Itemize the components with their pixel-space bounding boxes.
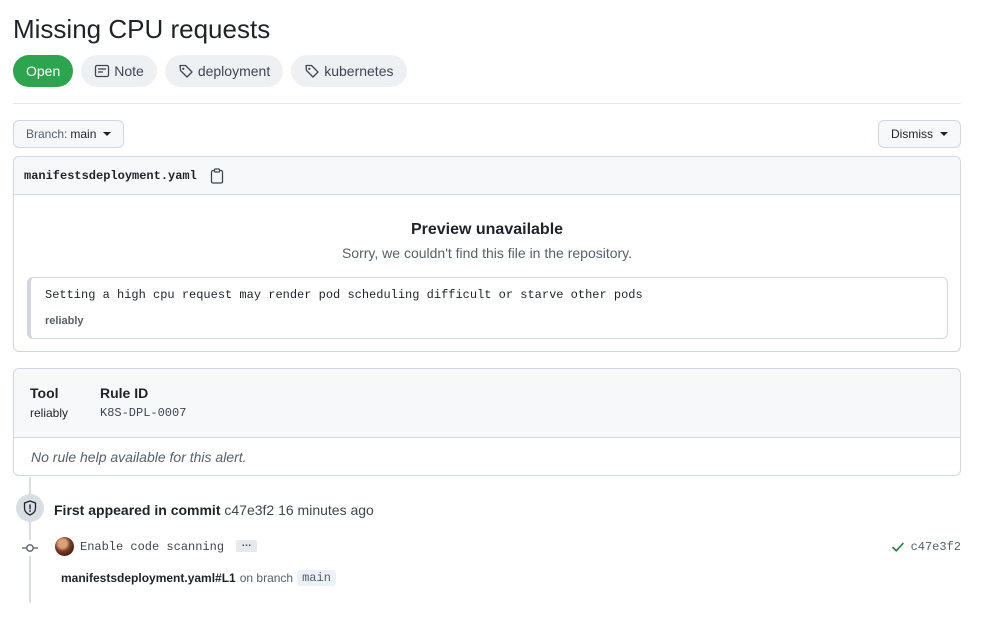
rule-id-header: Rule ID [100, 385, 149, 401]
severity-label: Note [114, 63, 144, 79]
tag-label: deployment [197, 63, 271, 79]
first-appeared-label: First appeared in commit [54, 502, 221, 518]
commit-icon [22, 540, 38, 556]
branch-select-button[interactable]: Branch: main [13, 120, 125, 148]
location-path-link[interactable]: manifestsdeployment.yaml#L1 [61, 571, 236, 585]
branch-value: main [70, 127, 97, 141]
tag-kubernetes[interactable]: kubernetes [291, 55, 407, 87]
dismiss-label: Dismiss [891, 127, 933, 141]
tag-icon [178, 63, 194, 79]
check-icon [891, 540, 905, 554]
chevron-down-icon [940, 132, 948, 136]
alert-message: Setting a high cpu request may render po… [27, 277, 948, 339]
preview-subtitle: Sorry, we couldn't find this file in the… [341, 245, 633, 261]
branch-prefix: Branch: [26, 127, 68, 141]
commit-status: c47e3f2 [891, 540, 961, 554]
first-appeared-text: First appeared in commit c47e3f2 16 minu… [54, 502, 374, 518]
commit-message[interactable]: Enable code scanning [80, 540, 224, 554]
alert-location: manifestsdeployment.yaml#L1 on branch ma… [61, 570, 336, 586]
page-title: Missing CPU requests [13, 14, 271, 44]
divider [13, 103, 961, 104]
tag-label: kubernetes [324, 63, 394, 79]
avatar[interactable] [55, 537, 74, 556]
chevron-down-icon [103, 132, 112, 136]
alert-message-text: Setting a high cpu request may render po… [45, 288, 643, 302]
location-on-label: on branch [239, 571, 294, 585]
severity-badge: Note [81, 55, 157, 87]
status-badge-open: Open [13, 55, 74, 87]
commit-expand-button[interactable]: … [236, 539, 257, 552]
tag-icon [304, 63, 320, 79]
dismiss-button[interactable]: Dismiss [878, 120, 961, 148]
file-name: manifestsdeployment.yaml [24, 168, 197, 183]
file-header: manifestsdeployment.yaml [14, 157, 960, 195]
preview-title: Preview unavailable [410, 221, 564, 238]
location-branch-badge[interactable]: main [297, 570, 336, 586]
first-appeared-detail: c47e3f2 16 minutes ago [224, 502, 374, 518]
alert-message-tool: reliably [45, 315, 84, 327]
copy-icon[interactable] [210, 167, 224, 184]
rule-help-text: No rule help available for this alert. [31, 449, 247, 465]
commit-sha-link[interactable]: c47e3f2 [911, 540, 961, 554]
shield-icon [16, 494, 44, 522]
tag-deployment[interactable]: deployment [164, 55, 284, 87]
rule-header: Tool reliably Rule ID K8S-DPL-0007 [14, 369, 960, 438]
tool-value: reliably [30, 406, 69, 420]
rule-id-value: K8S-DPL-0007 [100, 406, 187, 420]
note-icon [94, 63, 110, 79]
rule-panel: Tool reliably Rule ID K8S-DPL-0007 No ru… [13, 368, 961, 476]
alert-labels: Open Note deployment kubernetes [13, 55, 407, 87]
tool-header: Tool [30, 385, 59, 401]
file-panel: manifestsdeployment.yaml Preview unavail… [13, 156, 961, 352]
